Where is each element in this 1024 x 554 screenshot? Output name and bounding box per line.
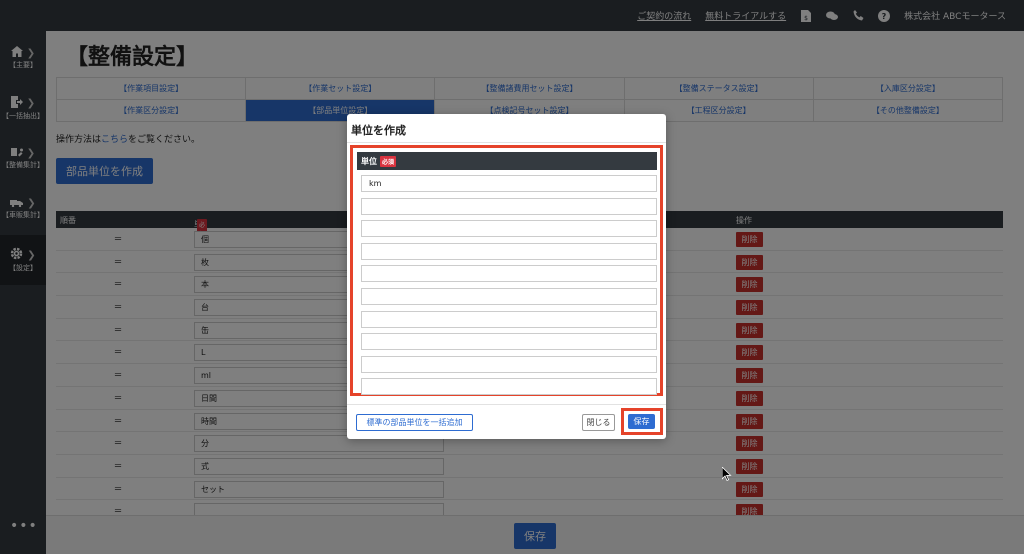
modal-footer-divider bbox=[347, 404, 666, 405]
modal-title: 単位を作成 bbox=[351, 124, 406, 137]
unit-field[interactable] bbox=[361, 310, 657, 328]
create-unit-modal: 単位を作成 単位 必須 km 標準の部品単位を一括追加 閉じる 保存 bbox=[347, 114, 666, 439]
unit-field[interactable] bbox=[361, 220, 657, 238]
modal-close-button[interactable]: 閉じる bbox=[582, 414, 615, 431]
unit-fields-header: 単位 必須 bbox=[357, 152, 657, 170]
modal-save-button[interactable]: 保存 bbox=[628, 414, 655, 429]
bulk-add-standard-units-button[interactable]: 標準の部品単位を一括追加 bbox=[356, 414, 473, 431]
unit-field[interactable] bbox=[361, 242, 657, 260]
required-badge: 必須 bbox=[380, 155, 397, 167]
unit-field[interactable] bbox=[361, 265, 657, 283]
mouse-cursor-icon bbox=[721, 466, 732, 482]
unit-fields: km bbox=[361, 175, 657, 401]
unit-fields-highlight: 単位 必須 km bbox=[350, 145, 663, 396]
unit-field[interactable] bbox=[361, 378, 657, 396]
unit-field[interactable] bbox=[361, 287, 657, 305]
modal-divider bbox=[347, 142, 666, 143]
unit-field[interactable] bbox=[361, 197, 657, 215]
unit-header-label: 単位 bbox=[361, 156, 377, 166]
save-button-highlight: 保存 bbox=[621, 408, 663, 435]
unit-field[interactable] bbox=[361, 355, 657, 373]
unit-field[interactable] bbox=[361, 333, 657, 351]
unit-field[interactable]: km bbox=[361, 175, 657, 192]
